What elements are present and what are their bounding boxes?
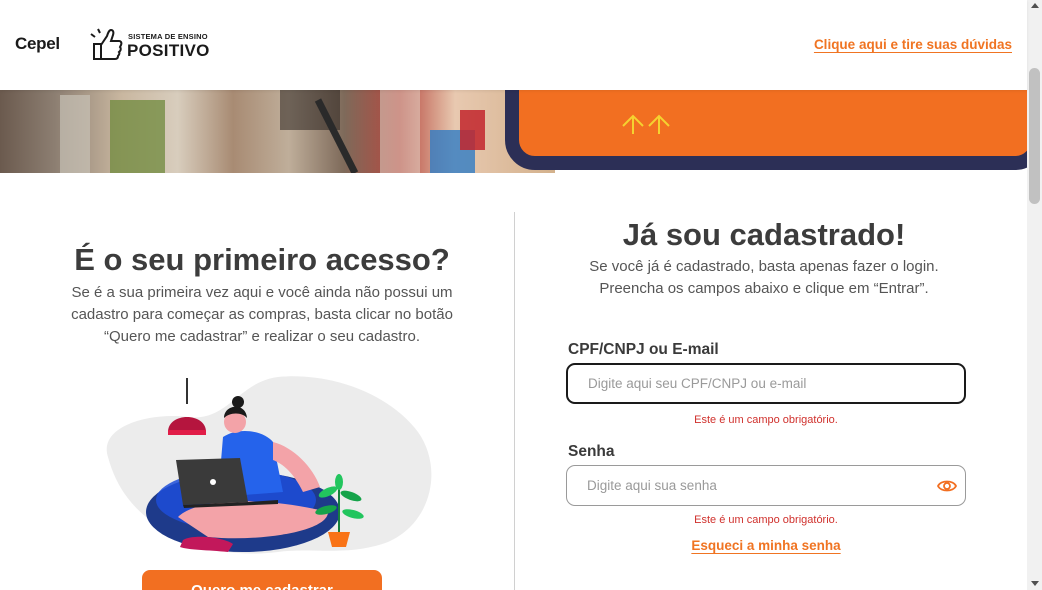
woman-laptop-illustration	[88, 372, 438, 557]
scroll-thumb[interactable]	[1029, 68, 1040, 204]
user-error-message: Este é um campo obrigatório.	[694, 414, 838, 426]
banner-photo	[0, 90, 555, 173]
brand-name[interactable]: Cepel	[15, 34, 60, 54]
logo-title: POSITIVO	[127, 41, 210, 60]
double-up-arrow-icon	[622, 114, 670, 134]
first-access-title: É o seu primeiro acesso?	[74, 242, 450, 277]
help-link[interactable]: Clique aqui e tire suas dúvidas	[814, 37, 1012, 52]
hero-banner	[0, 90, 1027, 173]
login-description-line1: Se você já é cadastrado, basta apenas fa…	[589, 258, 939, 275]
password-field-wrapper	[566, 465, 966, 506]
password-input[interactable]	[567, 466, 965, 505]
scroll-down-arrow-icon[interactable]	[1031, 581, 1039, 586]
user-input[interactable]	[568, 365, 964, 402]
vertical-scrollbar[interactable]	[1027, 0, 1042, 590]
thumbs-up-logo-icon	[90, 28, 123, 60]
login-title: Já sou cadastrado!	[622, 217, 906, 252]
scroll-up-arrow-icon[interactable]	[1031, 3, 1039, 8]
password-field-label: Senha	[568, 443, 615, 460]
register-button[interactable]: Quero me cadastrar	[142, 570, 382, 590]
login-description: Se você já é cadastrado, basta apenas fa…	[514, 256, 1014, 300]
logo-subtitle: SISTEMA DE ENSINO	[128, 32, 208, 41]
banner-orange-panel	[505, 90, 1027, 170]
forgot-password-link[interactable]: Esqueci a minha senha	[566, 538, 966, 553]
user-field-wrapper	[566, 363, 966, 404]
user-field-label: CPF/CNPJ ou E-mail	[568, 341, 719, 358]
first-access-description: Se é a sua primeira vez aqui e você aind…	[71, 284, 453, 345]
login-description-line2: Preencha os campos abaixo e clique em “E…	[599, 280, 929, 297]
positivo-logo[interactable]: SISTEMA DE ENSINO POSITIVO	[90, 28, 214, 62]
site-header: Cepel SISTEMA DE ENSINO POSITIVO Clique …	[0, 0, 1027, 90]
eye-icon[interactable]	[937, 476, 957, 496]
password-error-message: Este é um campo obrigatório.	[694, 514, 838, 526]
